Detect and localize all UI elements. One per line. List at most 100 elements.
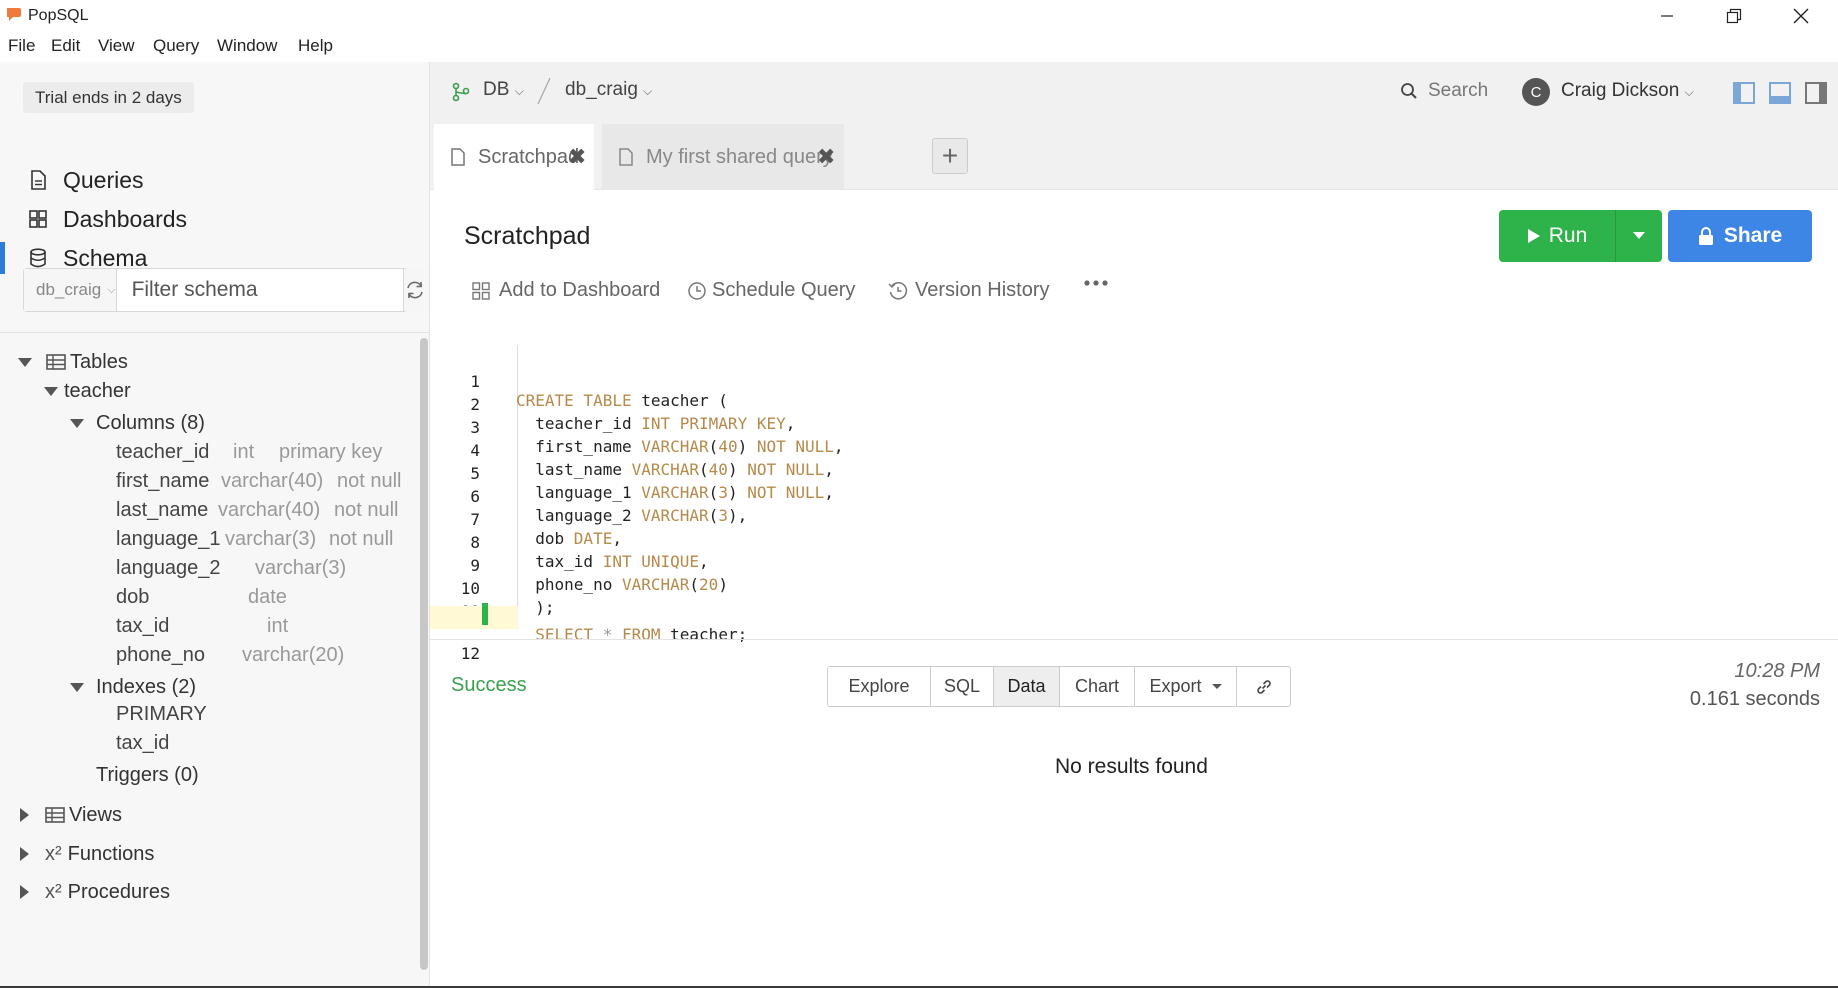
run-button[interactable]: Run xyxy=(1499,210,1615,262)
column-name: phone_no xyxy=(116,643,205,666)
lock-icon xyxy=(1698,227,1713,245)
functions-label: Functions xyxy=(67,842,155,865)
column-row[interactable]: last_name varchar(40) not null xyxy=(0,495,420,525)
menu-help[interactable]: Help xyxy=(298,36,333,56)
close-tab-icon[interactable]: ✖ xyxy=(568,144,586,170)
minimize-button[interactable] xyxy=(1634,0,1700,32)
caret-down-icon xyxy=(70,418,84,428)
tab-chart[interactable]: Chart xyxy=(1060,667,1135,706)
filter-schema-input[interactable] xyxy=(116,269,403,311)
column-name: last_name xyxy=(116,498,209,521)
search-button[interactable]: Search xyxy=(1428,80,1488,102)
restore-button[interactable] xyxy=(1701,0,1767,32)
tab-scratchpad[interactable]: Scratchpad ✖ xyxy=(434,124,594,190)
add-to-dashboard-button[interactable]: Add to Dashboard xyxy=(472,279,660,302)
column-row[interactable]: language_1 varchar(3) not null xyxy=(0,524,420,554)
menu-window[interactable]: Window xyxy=(217,36,277,56)
code-line: 3 first_name VARCHAR(40) NOT NULL, xyxy=(430,399,1838,456)
nav-dashboards[interactable]: Dashboards xyxy=(0,199,429,239)
menu-view[interactable]: View xyxy=(98,36,135,56)
sql-editor[interactable]: 1 CREATE TABLE teacher ( 2 teacher_id IN… xyxy=(430,345,1838,663)
column-row[interactable]: phone_no varchar(20) xyxy=(0,640,420,670)
indexes-label: Indexes (2) xyxy=(96,675,197,698)
divider xyxy=(0,332,429,333)
procedures-label: Procedures xyxy=(67,880,170,903)
more-actions-button[interactable] xyxy=(1083,279,1109,287)
code-line: 5 language_1 VARCHAR(3) NOT NULL, xyxy=(430,445,1838,502)
column-constraint: not null xyxy=(337,469,402,492)
code-line: 4 last_name VARCHAR(40) NOT NULL, xyxy=(430,422,1838,479)
layout-left-panel-icon[interactable] xyxy=(1733,82,1755,104)
nav-queries[interactable]: Queries xyxy=(0,160,429,200)
tree-columns[interactable]: Columns (8) xyxy=(70,408,205,438)
trial-badge[interactable]: Trial ends in 2 days xyxy=(23,82,194,113)
close-window-button[interactable] xyxy=(1768,0,1834,32)
refresh-schema-button[interactable] xyxy=(402,269,426,311)
tree-table-teacher[interactable]: teacher xyxy=(44,376,131,406)
search-icon xyxy=(1401,83,1417,99)
menu-file[interactable]: File xyxy=(8,36,35,56)
tree-views[interactable]: Views xyxy=(20,800,122,830)
menu-edit[interactable]: Edit xyxy=(51,36,80,56)
tab-data[interactable]: Data xyxy=(994,667,1060,706)
user-menu[interactable]: Craig Dickson ⌵ xyxy=(1561,80,1694,102)
table-icon xyxy=(45,807,65,823)
tab-explore[interactable]: Explore xyxy=(828,667,931,706)
caret-down-icon xyxy=(44,386,58,396)
table-icon xyxy=(46,354,66,370)
play-icon xyxy=(1527,229,1540,243)
action-label: Add to Dashboard xyxy=(499,279,661,301)
column-row[interactable]: tax_id int xyxy=(0,611,420,641)
run-options-dropdown[interactable] xyxy=(1615,210,1662,262)
tab-my-first-shared-query[interactable]: My first shared query ✖ xyxy=(602,124,844,190)
run-timestamp: 10:28 PM xyxy=(1734,660,1820,682)
function-icon: x² xyxy=(45,842,62,865)
schedule-query-button[interactable]: Schedule Query xyxy=(687,279,855,302)
layout-right-panel-icon[interactable] xyxy=(1805,82,1827,104)
caret-right-icon xyxy=(20,808,29,822)
column-row[interactable]: first_name varchar(40) not null xyxy=(0,466,420,496)
column-row[interactable]: dob date xyxy=(0,582,420,612)
chevron-down-icon: ⌵ xyxy=(107,283,116,296)
column-name: first_name xyxy=(116,469,210,492)
tree-procedures[interactable]: x² Procedures xyxy=(20,877,170,907)
column-row[interactable]: language_2 varchar(3) xyxy=(0,553,420,583)
db-dropdown[interactable]: DB ⌵ xyxy=(483,79,524,101)
top-bar: DB ⌵ db_craig ⌵ Search C Craig Dickson ⌵ xyxy=(430,62,1838,120)
share-button[interactable]: Share xyxy=(1668,210,1812,262)
schema-filter-bar: db_craig ⌵ xyxy=(23,268,426,312)
add-tab-button[interactable]: + xyxy=(932,138,968,174)
column-constraint: not null xyxy=(334,498,399,521)
database-select[interactable]: db_craig ⌵ xyxy=(24,269,117,311)
version-history-button[interactable]: Version History xyxy=(888,279,1050,302)
git-branch-icon xyxy=(452,82,470,102)
layout-bottom-panel-icon[interactable] xyxy=(1769,82,1791,104)
share-label: Share xyxy=(1723,224,1783,247)
code-line: 7 dob DATE, xyxy=(430,491,1838,548)
grid-icon xyxy=(29,210,47,228)
avatar[interactable]: C xyxy=(1522,78,1550,106)
column-row[interactable]: teacher_id int primary key xyxy=(0,437,420,467)
tree-tables-label: Tables xyxy=(70,350,128,373)
tab-sql[interactable]: SQL xyxy=(931,667,994,706)
copy-link-button[interactable] xyxy=(1237,667,1290,706)
index-name: tax_id xyxy=(116,731,170,754)
code-line: 11 xyxy=(430,583,1838,621)
index-name: PRIMARY xyxy=(116,702,207,725)
menu-query[interactable]: Query xyxy=(153,36,199,56)
sidebar-scrollbar[interactable] xyxy=(420,338,428,970)
tree-tables[interactable]: Tables xyxy=(18,347,128,377)
code-text: SELECT * FROM teacher; xyxy=(535,625,748,644)
close-tab-icon[interactable]: ✖ xyxy=(817,144,835,170)
app-title: PopSQL xyxy=(28,7,89,24)
code-line: 2 teacher_id INT PRIMARY KEY, xyxy=(430,376,1838,433)
tree-functions[interactable]: x² Functions xyxy=(20,839,154,869)
tree-indexes[interactable]: Indexes (2) xyxy=(70,672,196,702)
database-dropdown[interactable]: db_craig ⌵ xyxy=(565,79,652,101)
cursor-marker xyxy=(482,603,488,625)
caret-down-icon xyxy=(18,357,32,367)
query-title[interactable]: Scratchpad xyxy=(464,222,590,251)
tree-triggers[interactable]: Triggers (0) xyxy=(96,760,199,790)
export-dropdown[interactable]: Export xyxy=(1135,667,1237,706)
results-divider xyxy=(430,639,1838,640)
